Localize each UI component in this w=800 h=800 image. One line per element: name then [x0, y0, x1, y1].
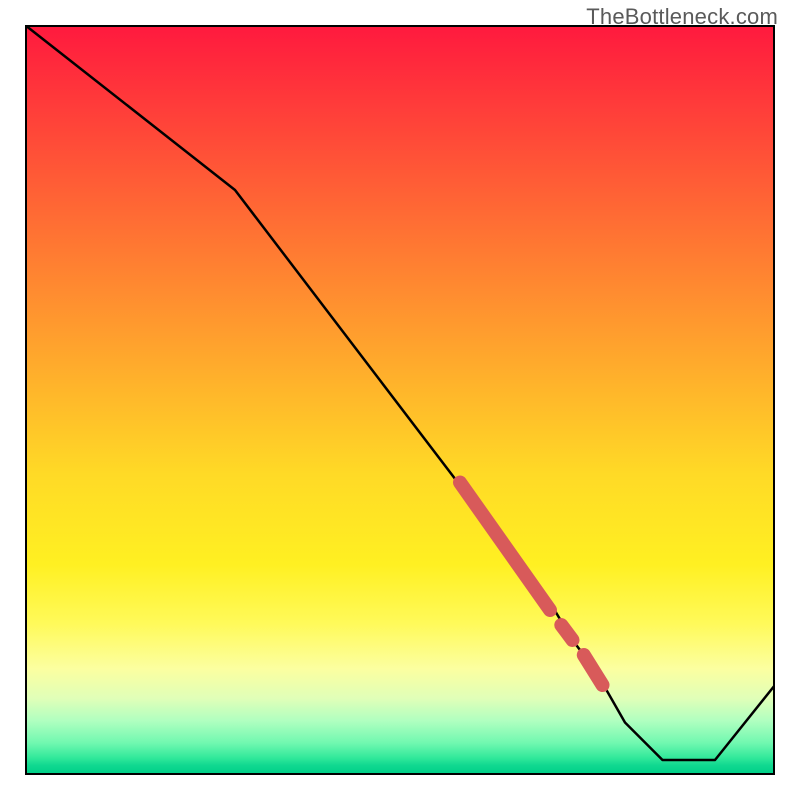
chart-plot-area: [25, 25, 775, 775]
chart-container: TheBottleneck.com: [0, 0, 800, 800]
